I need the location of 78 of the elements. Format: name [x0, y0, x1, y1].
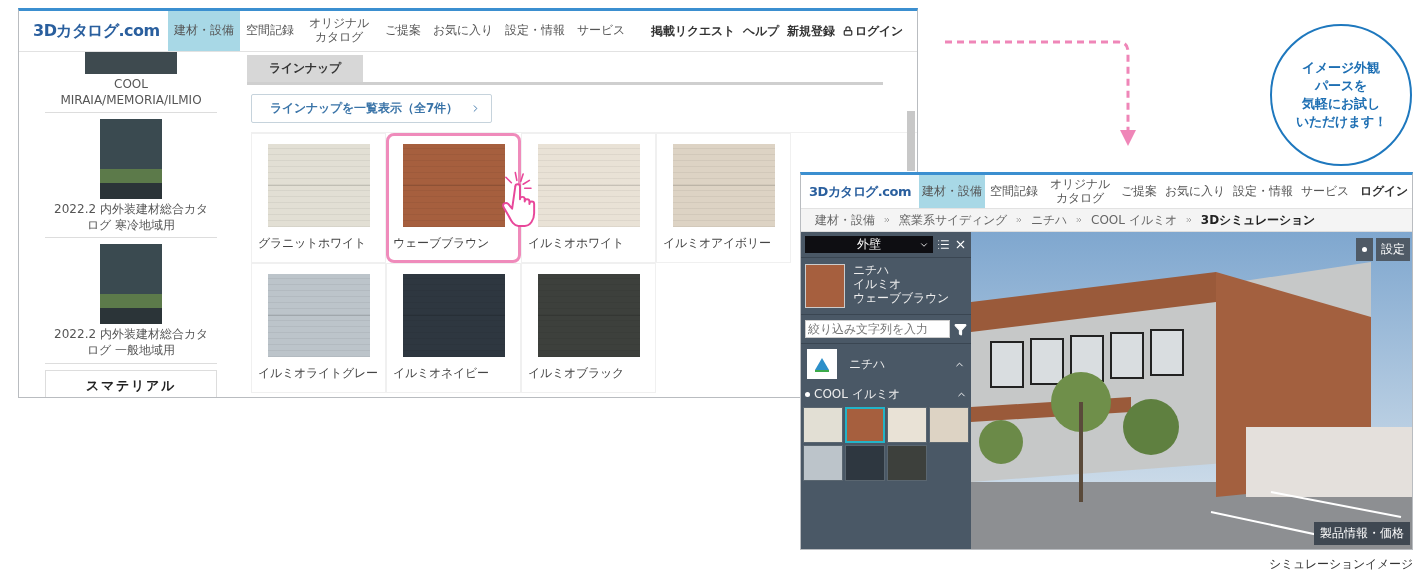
product-name: イルミオブラック — [528, 365, 624, 382]
brand-card[interactable]: スマテリアル — [45, 369, 217, 397]
header-link[interactable]: 新規登録 — [787, 22, 835, 40]
header-link[interactable]: ヘルプ — [743, 22, 779, 40]
material-swatch[interactable] — [845, 445, 885, 481]
product-card[interactable]: イルミオライトグレー — [251, 263, 386, 393]
site-logo[interactable]: 3Dカタログ.com — [33, 20, 160, 42]
category-dropdown[interactable]: 外壁 — [805, 236, 933, 253]
nav-item[interactable]: 建材・設備 — [918, 175, 985, 208]
product-name: イルミオアイボリー — [663, 235, 771, 252]
breadcrumb-separator-icon — [1075, 216, 1083, 224]
product-name: イルミオライトグレー — [258, 365, 378, 382]
product-card[interactable]: ウェーブブラウン — [386, 133, 521, 263]
material-swatch[interactable] — [803, 445, 843, 481]
catalog-cover-image[interactable] — [100, 244, 162, 325]
login-link[interactable]: ログイン — [1360, 183, 1408, 200]
product-card[interactable]: イルミオホワイト — [521, 133, 656, 263]
site-logo[interactable]: 3Dカタログ.com — [809, 182, 911, 201]
catalog-title[interactable]: 2022.2 内外装建材総合カタログ 一般地域用 — [51, 327, 211, 359]
image-caption: シミュレーションイメージ — [1269, 556, 1413, 573]
nav-item[interactable]: オリジナルカタログ — [1042, 175, 1117, 208]
material-swatch[interactable] — [887, 445, 927, 481]
product-card[interactable]: イルミオアイボリー — [656, 133, 791, 263]
product-card[interactable]: イルミオネイビー — [386, 263, 521, 393]
selected-material-swatch — [805, 264, 845, 308]
breadcrumb-link[interactable]: ニチハ — [1031, 211, 1067, 229]
material-swatch[interactable] — [929, 407, 969, 443]
catalog-cover-image[interactable] — [100, 119, 162, 200]
material-swatch[interactable] — [845, 407, 885, 443]
product-name: ウェーブブラウン — [393, 235, 489, 252]
breadcrumb-link[interactable]: 建材・設備 — [815, 211, 875, 229]
product-card[interactable]: イルミオブラック — [521, 263, 656, 393]
catalog-title[interactable]: COOL MIRAIA/MEMORIA/ILMIO — [51, 77, 211, 109]
login-link[interactable]: ログイン — [843, 22, 903, 40]
series-name: COOL イルミオ — [814, 386, 901, 403]
lock-icon — [843, 26, 853, 36]
maker-name: ニチハ — [849, 355, 886, 373]
header-link[interactable]: 掲載リクエスト — [651, 22, 735, 40]
scrollbar[interactable] — [907, 111, 915, 171]
list-icon[interactable] — [937, 238, 950, 251]
material-swatch[interactable] — [803, 407, 843, 443]
nav-item[interactable]: ご提案 — [378, 11, 427, 51]
filter-icon[interactable] — [954, 322, 967, 336]
catalog-title[interactable]: 2022.2 内外装建材総合カタログ 寒冷地域用 — [51, 202, 211, 234]
filter-input[interactable]: 絞り込み文字列を入力 — [805, 320, 950, 338]
tab[interactable]: ラインナップ — [247, 55, 363, 82]
product-name: グラニットホワイト — [258, 235, 366, 252]
dot-icon — [1362, 247, 1367, 252]
nav-item[interactable]: オリジナルカタログ — [299, 11, 379, 51]
nav-item[interactable]: お気に入り — [426, 11, 499, 51]
product-name: イルミオネイビー — [393, 365, 489, 382]
material-swatch[interactable] — [887, 407, 927, 443]
nav-item[interactable]: 空間記録 — [986, 175, 1041, 208]
nav-item[interactable]: ご提案 — [1118, 175, 1161, 208]
breadcrumb-separator-icon — [1184, 216, 1193, 224]
dot-button[interactable] — [1356, 238, 1373, 261]
nav-item[interactable]: お気に入り — [1162, 175, 1229, 208]
breadcrumb-link[interactable]: COOL イルミオ — [1091, 211, 1177, 229]
maker-logo[interactable] — [807, 349, 837, 379]
product-info-button[interactable]: 製品情報・価格 — [1314, 522, 1410, 545]
breadcrumb-link[interactable]: 窯業系サイディング — [899, 211, 1007, 229]
nav-item[interactable]: サービス — [1298, 175, 1353, 208]
nav-item[interactable]: 空間記録 — [239, 11, 300, 51]
nav-item[interactable]: 建材・設備 — [167, 11, 240, 51]
nav-item[interactable]: サービス — [570, 11, 631, 51]
bullet-icon — [805, 392, 810, 397]
product-card[interactable]: グラニットホワイト — [251, 133, 386, 263]
close-icon[interactable] — [954, 238, 967, 251]
product-name: イルミオホワイト — [528, 235, 624, 252]
show-all-button[interactable]: ラインナップを一覧表示（全7件） — [251, 94, 493, 123]
breadcrumb-separator-icon — [883, 216, 891, 224]
nav-item[interactable]: 設定・情報 — [498, 11, 571, 51]
breadcrumb-separator-icon — [1015, 216, 1023, 224]
nav-item[interactable]: 設定・情報 — [1230, 175, 1297, 208]
selected-material-text: ニチハ イルミオ ウェーブブラウン — [853, 264, 949, 307]
settings-button[interactable]: 設定 — [1376, 238, 1410, 261]
breadcrumb-link[interactable]: 3Dシミュレーション — [1200, 211, 1316, 229]
callout-text: イメージ外観 パースを 気軽にお試し いただけます！ — [1295, 58, 1387, 132]
